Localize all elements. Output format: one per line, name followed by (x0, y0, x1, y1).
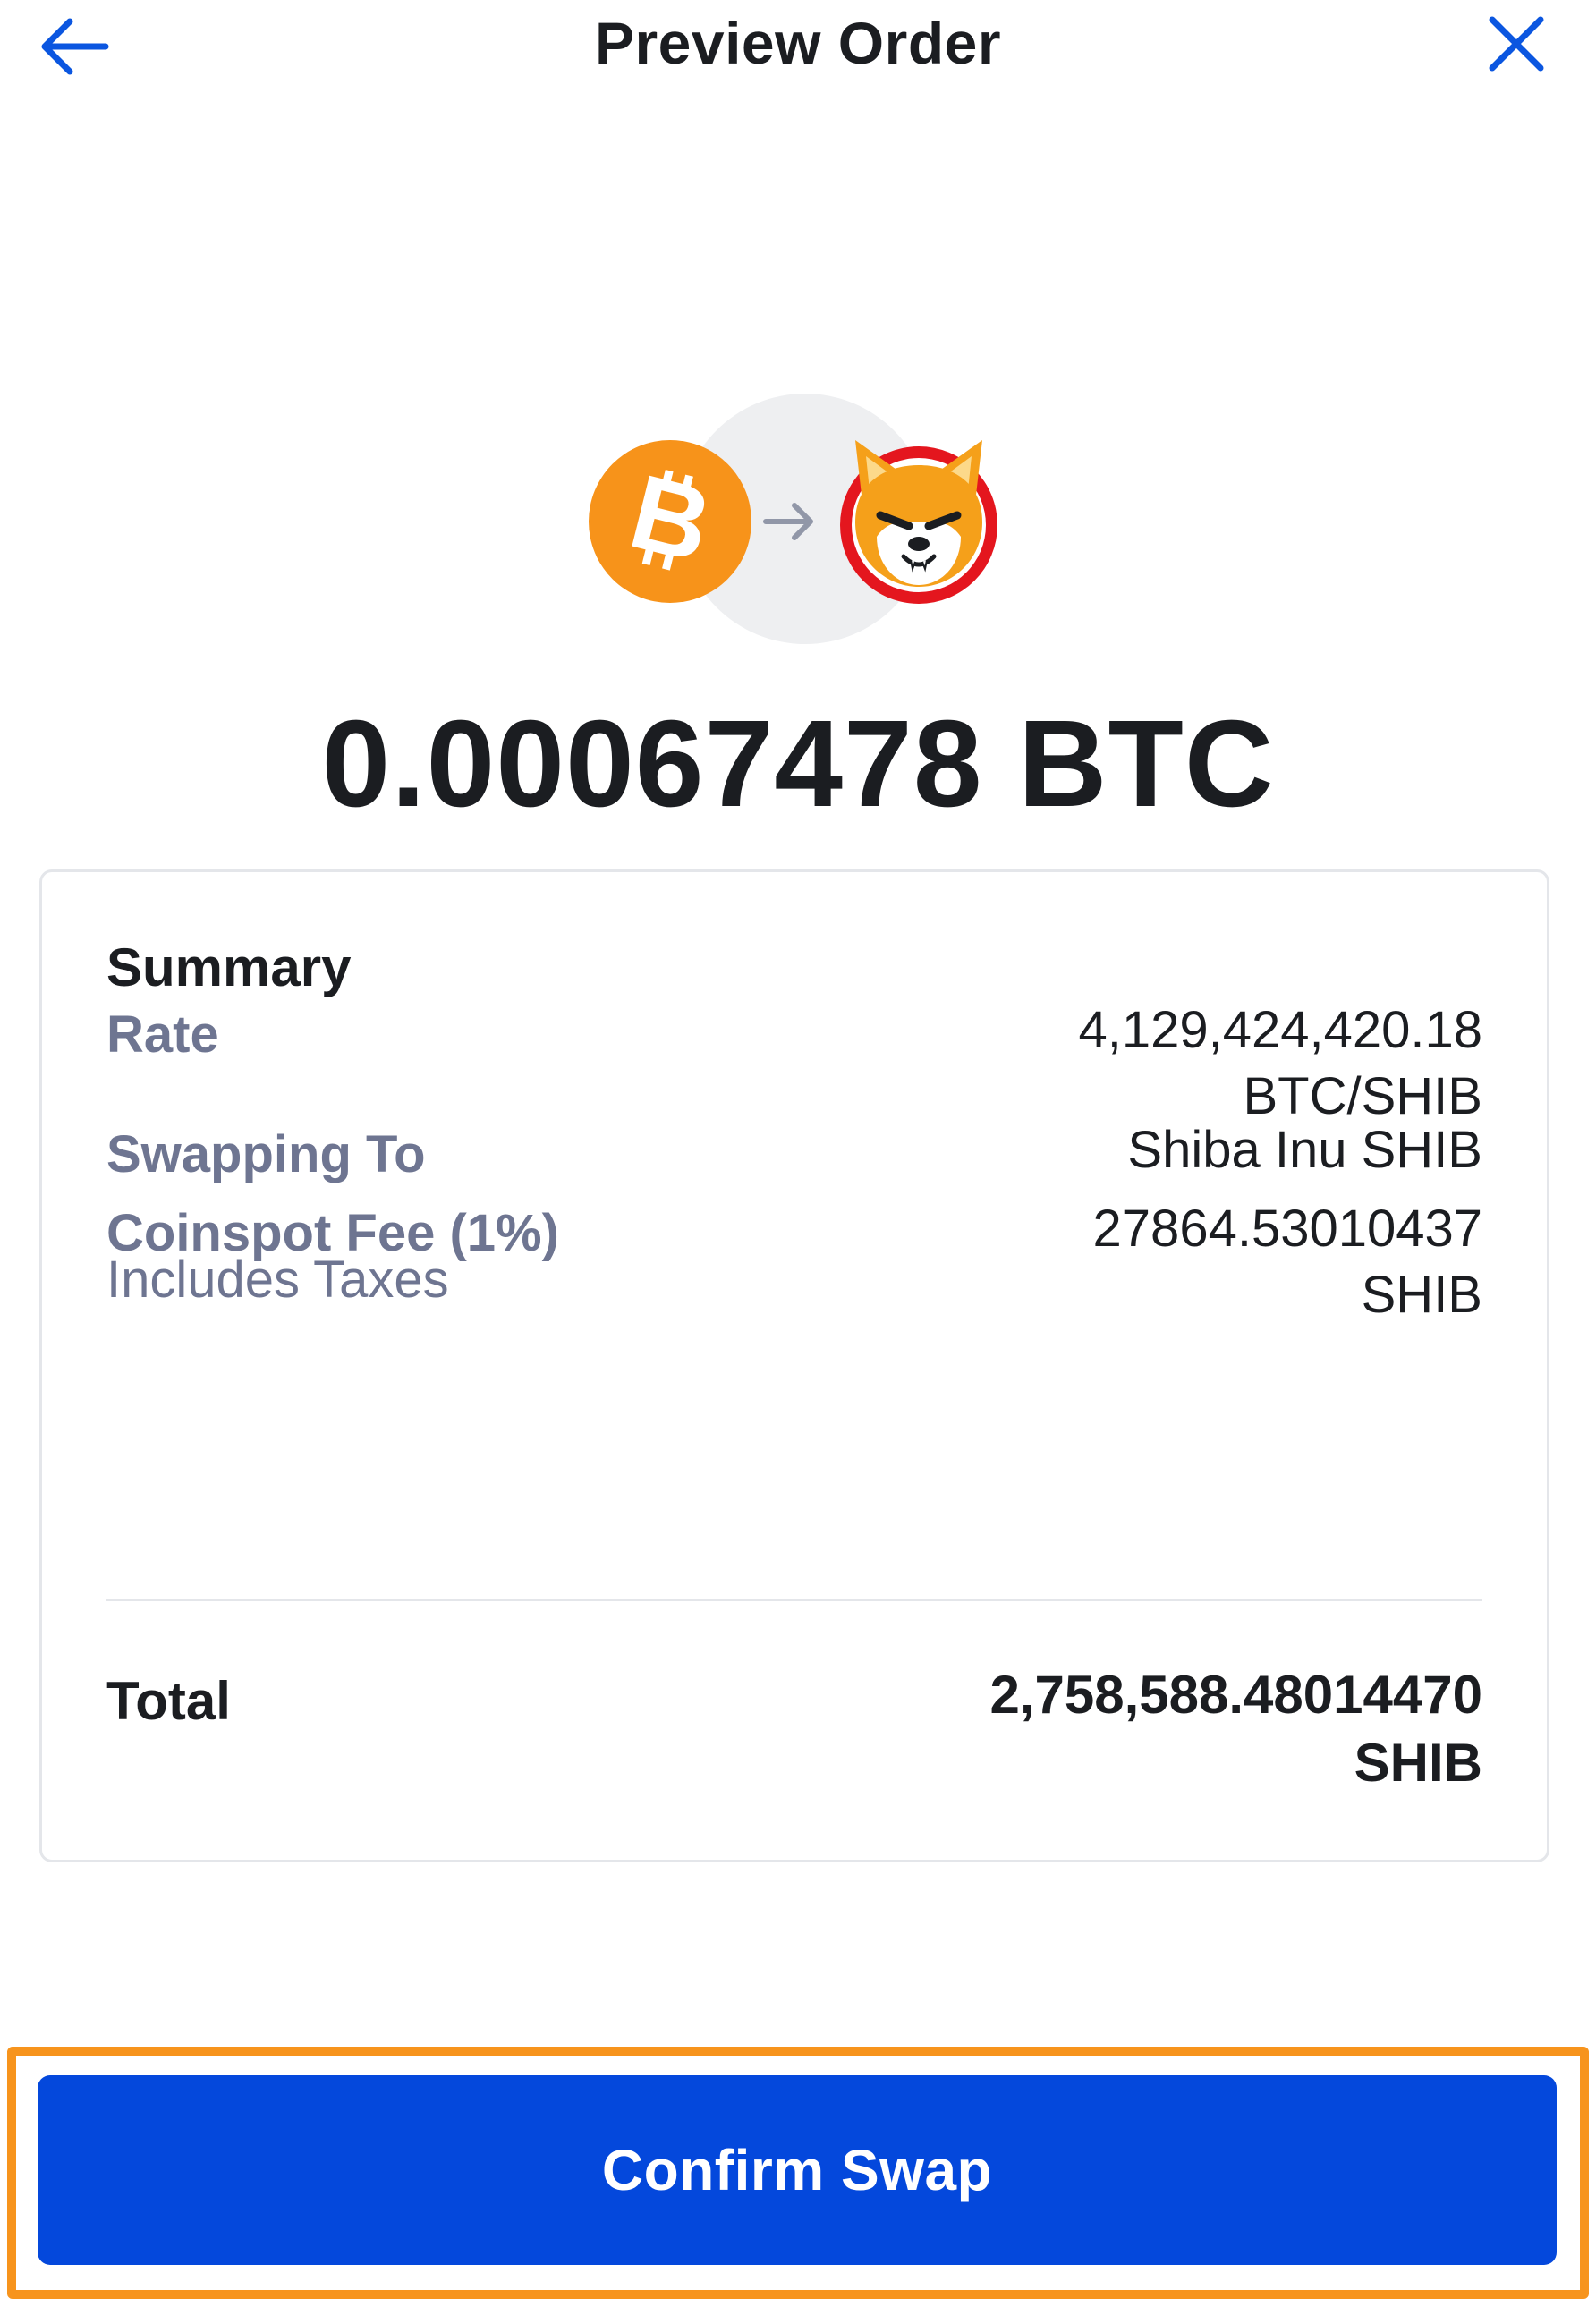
swapping-to-value-text: Shiba Inu SHIB (1127, 1121, 1482, 1179)
fee-sublabel: Includes Taxes (106, 1251, 449, 1309)
summary-card: Summary Rate 4,129,424,420.18 BTC/SHIB S… (39, 869, 1549, 1862)
fee-value-amount: 27864.53010437 (1092, 1200, 1482, 1258)
bitcoin-icon: B (589, 440, 751, 603)
swapping-to-label: Swapping To (106, 1125, 426, 1183)
close-icon (1489, 16, 1544, 72)
total-value-unit: SHIB (1354, 1733, 1482, 1793)
header: Preview Order (0, 0, 1596, 98)
page-title: Preview Order (594, 10, 1002, 76)
shiba-inu-icon (840, 440, 998, 604)
arrow-right-icon (763, 503, 813, 540)
coin-pair: B (582, 394, 1011, 653)
summary-title: Summary (106, 937, 352, 997)
close-button[interactable] (1476, 11, 1557, 82)
rate-value: 4,129,424,420.18 BTC/SHIB (1078, 997, 1482, 1130)
total-value-amount: 2,758,588.48014470 (989, 1665, 1482, 1725)
swap-amount: 0.00067478 BTC (321, 695, 1275, 833)
swapping-to-value: Shiba Inu SHIB (1127, 1117, 1482, 1183)
confirm-swap-button[interactable]: Confirm Swap (38, 2075, 1557, 2265)
rate-value-amount: 4,129,424,420.18 (1078, 1001, 1482, 1059)
total-label: Total (106, 1671, 231, 1731)
fee-value: 27864.53010437 SHIB (1093, 1196, 1482, 1328)
fee-value-unit: SHIB (1361, 1266, 1482, 1324)
total-value: 2,758,588.48014470 SHIB (989, 1661, 1482, 1797)
rate-label: Rate (106, 1005, 219, 1064)
summary-divider (106, 1599, 1482, 1601)
